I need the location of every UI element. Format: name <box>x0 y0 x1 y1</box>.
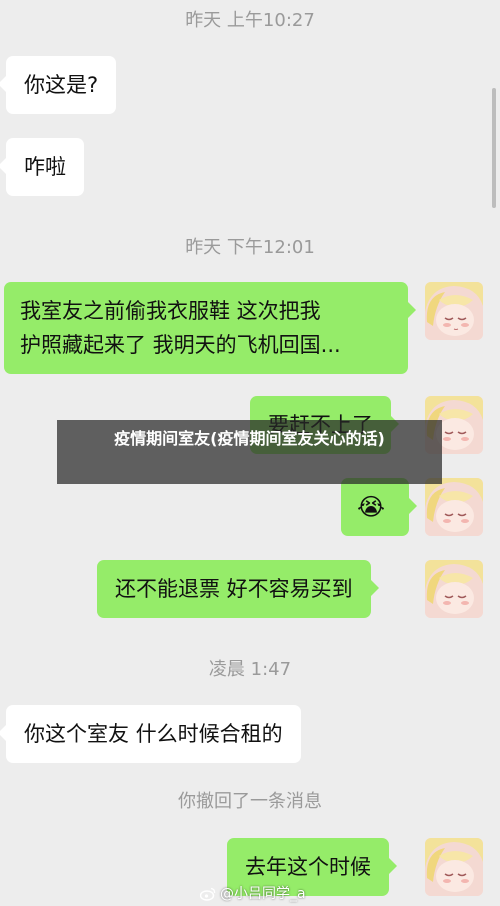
avatar-image <box>425 478 483 536</box>
message-bubble-outgoing[interactable]: 我室友之前偷我衣服鞋 这次把我 护照藏起来了 我明天的飞机回国... <box>4 282 416 374</box>
message-bubble-incoming[interactable]: 你这个室友 什么时候合租的 <box>0 705 301 763</box>
recall-notice: 你撤回了一条消息 <box>178 791 322 812</box>
avatar[interactable] <box>425 478 483 536</box>
message-bubble-incoming[interactable]: 你这是? <box>0 56 117 114</box>
weibo-icon <box>199 887 216 901</box>
avatar-image <box>425 838 483 896</box>
message-line: 护照藏起来了 我明天的飞机回国... <box>20 333 341 357</box>
watermark-text: @小吕同学_a <box>220 886 306 902</box>
crying-emoji-icon: 😭 <box>357 493 386 521</box>
timestamp: 凌晨 1:47 <box>208 659 292 680</box>
message-bubble-outgoing[interactable]: 还不能退票 好不容易买到 <box>97 560 379 618</box>
avatar-image <box>425 560 483 618</box>
avatar[interactable] <box>425 560 483 618</box>
article-title-overlay: 疫情期间室友(疫情期间室友关心的话) <box>57 420 442 484</box>
message-bubble-incoming[interactable]: 咋啦 <box>0 138 84 196</box>
scrollbar[interactable] <box>492 88 496 208</box>
avatar-image <box>425 282 483 340</box>
message-bubble-outgoing[interactable]: 😭 <box>341 478 417 536</box>
avatar[interactable] <box>425 282 483 340</box>
timestamp: 昨天 上午10:27 <box>185 10 315 31</box>
watermark: @小吕同学_a <box>199 884 306 904</box>
message-line: 我室友之前偷我衣服鞋 这次把我 <box>20 299 321 323</box>
timestamp: 昨天 下午12:01 <box>185 237 315 258</box>
avatar[interactable] <box>425 838 483 896</box>
